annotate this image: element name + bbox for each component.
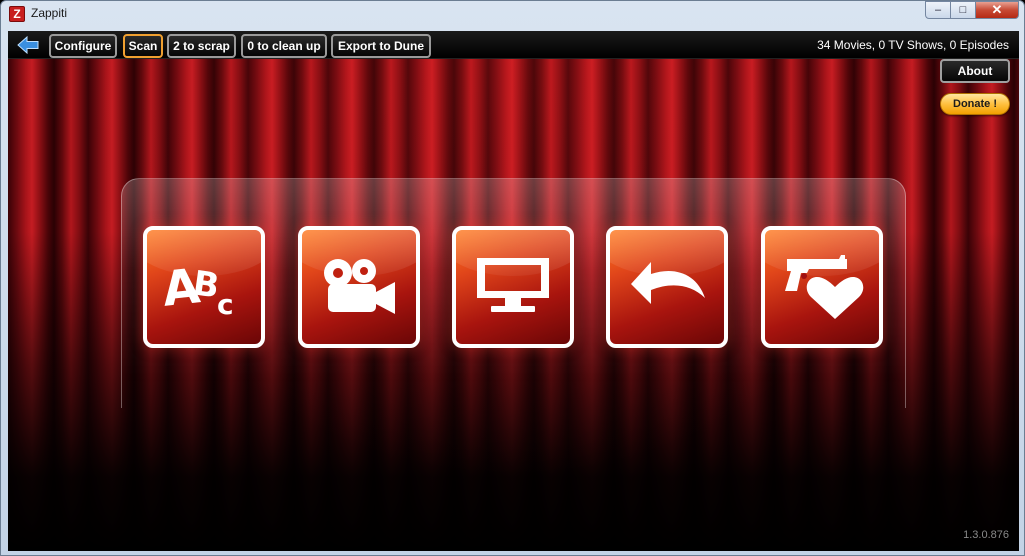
scrap-button[interactable]: 2 to scrap	[167, 34, 236, 58]
top-toolbar: Configure Scan 2 to scrap 0 to clean up …	[8, 31, 1019, 59]
zappiti-logo-icon: Z	[9, 6, 25, 22]
export-to-dune-button[interactable]: Export to Dune	[331, 34, 431, 58]
app-window: Z Zappiti – □ ✕ Configure Scan 2 to scra…	[0, 0, 1025, 556]
tile-movies[interactable]	[298, 226, 420, 348]
tv-monitor-icon	[477, 258, 549, 312]
gun-heart-icon	[785, 255, 864, 319]
tile-back[interactable]	[606, 226, 728, 348]
close-button[interactable]: ✕	[975, 1, 1019, 19]
client-area: Configure Scan 2 to scrap 0 to clean up …	[8, 31, 1019, 551]
window-controls: – □ ✕	[925, 1, 1019, 19]
tile-genres[interactable]	[761, 226, 883, 348]
window-title: Zappiti	[31, 6, 68, 20]
back-curved-arrow-icon	[631, 262, 705, 304]
about-button[interactable]: About	[940, 59, 1010, 83]
movie-camera-icon	[324, 259, 395, 314]
svg-text:c: c	[217, 288, 234, 321]
configure-button[interactable]: Configure	[49, 34, 117, 58]
scan-button[interactable]: Scan	[123, 34, 163, 58]
tile-abc[interactable]: A B c	[143, 226, 265, 348]
library-stats: 34 Movies, 0 TV Shows, 0 Episodes	[817, 38, 1009, 52]
abc-icon: A B c	[161, 258, 234, 321]
back-button[interactable]	[16, 35, 40, 55]
title-bar[interactable]: Z Zappiti – □ ✕	[1, 1, 1024, 27]
clean-up-button[interactable]: 0 to clean up	[241, 34, 327, 58]
back-arrow-icon	[17, 36, 39, 54]
minimize-button[interactable]: –	[925, 1, 951, 19]
donate-button[interactable]: Donate !	[940, 93, 1010, 115]
tile-tv-shows[interactable]	[452, 226, 574, 348]
restore-button[interactable]: □	[950, 1, 976, 19]
version-label: 1.3.0.876	[963, 529, 1009, 541]
